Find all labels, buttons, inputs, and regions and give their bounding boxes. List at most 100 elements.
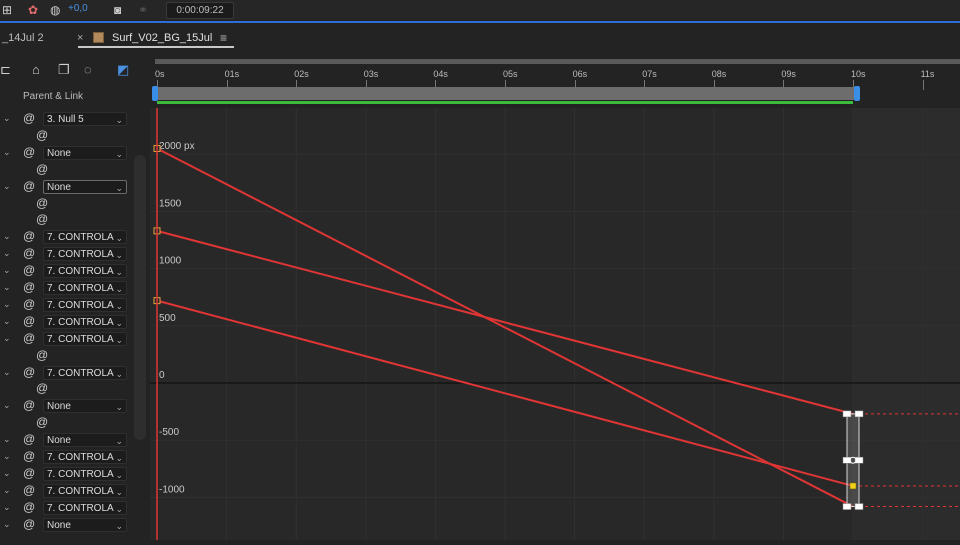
graph-editor[interactable]: 2000 px 1500 1000 500 0 -500 -1000: [150, 108, 960, 540]
expand-chevron-icon[interactable]: ⌄: [3, 400, 11, 411]
pickwhip-icon[interactable]: @: [23, 246, 35, 260]
keyframe-selected[interactable]: [849, 482, 857, 490]
pickwhip-icon[interactable]: @: [23, 483, 35, 497]
parent-link-row[interactable]: ⌄ @7. CONTROLA ⌄: [0, 246, 135, 263]
expand-chevron-icon[interactable]: ⌄: [3, 282, 11, 293]
parent-dropdown[interactable]: None ⌄: [43, 433, 127, 448]
pickwhip-icon[interactable]: @: [23, 398, 35, 412]
tab-menu-icon[interactable]: ≡: [220, 31, 227, 45]
expand-chevron-icon[interactable]: ⌄: [3, 316, 11, 327]
pickwhip-icon[interactable]: @: [23, 365, 35, 379]
flowchart-icon[interactable]: ⊞: [2, 3, 12, 17]
show-snapshot-icon[interactable]: ⚭: [138, 3, 148, 17]
pickwhip-icon[interactable]: @: [36, 212, 48, 226]
parent-link-row[interactable]: ⌄ @7. CONTROLA ⌄: [0, 466, 135, 483]
pickwhip-icon[interactable]: @: [36, 128, 48, 142]
pickwhip-icon[interactable]: @: [36, 162, 48, 176]
pickwhip-row[interactable]: @: [0, 212, 135, 229]
pickwhip-row[interactable]: @: [0, 381, 135, 398]
parent-link-row[interactable]: ⌄ @ None ⌄: [0, 398, 135, 415]
work-area-start-handle[interactable]: [152, 86, 158, 101]
pickwhip-row[interactable]: @: [0, 415, 135, 432]
parent-dropdown[interactable]: 7. CONTROLA ⌄: [43, 247, 127, 262]
stack-icon[interactable]: ❐: [58, 62, 70, 78]
layer-scrollbar[interactable]: [134, 155, 146, 440]
parent-dropdown[interactable]: 3. Null 5 ⌄: [43, 112, 127, 126]
parent-link-row[interactable]: ⌄ @3. Null 5 ⌄: [0, 111, 135, 128]
expand-chevron-icon[interactable]: ⌄: [3, 147, 11, 158]
parent-dropdown[interactable]: 7. CONTROLA ⌄: [43, 281, 127, 295]
pickwhip-icon[interactable]: @: [23, 297, 35, 311]
pickwhip-icon[interactable]: @: [36, 196, 48, 210]
time-navigator[interactable]: [155, 59, 960, 64]
tab-close-icon[interactable]: ×: [77, 32, 83, 44]
expand-chevron-icon[interactable]: ⌄: [3, 231, 11, 242]
parent-link-row[interactable]: ⌄ @7. CONTROLA ⌄: [0, 483, 135, 500]
tab-comp-14jul[interactable]: _14Jul 2: [2, 32, 44, 44]
graph-canvas[interactable]: 2000 px 1500 1000 500 0 -500 -1000: [150, 108, 960, 540]
current-time-display[interactable]: 0:00:09:22: [166, 2, 234, 19]
pickwhip-icon[interactable]: @: [23, 111, 35, 125]
parent-dropdown[interactable]: 7. CONTROLA ⌄: [43, 314, 127, 329]
transform-handle[interactable]: [842, 503, 852, 510]
pickwhip-icon[interactable]: @: [23, 500, 35, 514]
pickwhip-row[interactable]: @: [0, 348, 135, 365]
parent-link-row[interactable]: ⌄ @ None ⌄: [0, 145, 135, 162]
parent-dropdown[interactable]: 7. CONTROLA ⌄: [43, 297, 127, 312]
parent-dropdown[interactable]: 7. CONTROLA ⌄: [43, 483, 127, 498]
pickwhip-icon[interactable]: @: [23, 432, 35, 446]
parent-link-row[interactable]: ⌄ @7. CONTROLA ⌄: [0, 280, 135, 297]
pickwhip-icon[interactable]: @: [23, 517, 35, 531]
work-area-end-handle[interactable]: [854, 86, 860, 101]
pickwhip-icon[interactable]: @: [23, 314, 35, 328]
expand-chevron-icon[interactable]: ⌄: [3, 519, 11, 530]
expand-chevron-icon[interactable]: ⌄: [3, 113, 11, 124]
tab-comp-surf[interactable]: Surf_V02_BG_15Jul: [112, 32, 212, 44]
parent-dropdown[interactable]: 7. CONTROLA ⌄: [43, 365, 127, 380]
pickwhip-icon[interactable]: @: [23, 280, 35, 294]
mask-icon[interactable]: ◌: [84, 62, 92, 77]
pickwhip-icon[interactable]: @: [23, 145, 35, 159]
expand-chevron-icon[interactable]: ⌄: [3, 333, 11, 344]
pickwhip-row[interactable]: @: [0, 196, 135, 213]
pickwhip-icon[interactable]: @: [23, 229, 35, 243]
parent-dropdown[interactable]: 7. CONTROLA ⌄: [43, 466, 127, 481]
expand-chevron-icon[interactable]: ⌄: [3, 451, 11, 462]
parent-dropdown[interactable]: 7. CONTROLA ⌄: [43, 264, 127, 279]
offset-value[interactable]: +0,0: [68, 3, 88, 14]
parent-link-row[interactable]: ⌄ @ None ⌄: [0, 432, 135, 449]
expand-chevron-icon[interactable]: ⌄: [3, 502, 11, 513]
motion-blur-icon[interactable]: ◍: [50, 3, 60, 17]
parent-link-row[interactable]: ⌄ @ None ⌄: [0, 179, 135, 196]
pickwhip-icon[interactable]: @: [23, 331, 35, 345]
parent-dropdown[interactable]: 7. CONTROLA ⌄: [43, 230, 127, 245]
pickwhip-icon[interactable]: @: [36, 348, 48, 362]
pickwhip-row[interactable]: @: [0, 162, 135, 179]
hierarchy-icon[interactable]: ⊏: [0, 62, 11, 78]
parent-dropdown[interactable]: None ⌄: [43, 399, 127, 414]
parent-link-row[interactable]: ⌄ @7. CONTROLA ⌄: [0, 500, 135, 517]
expand-chevron-icon[interactable]: ⌄: [3, 181, 11, 192]
pickwhip-icon[interactable]: @: [23, 466, 35, 480]
parent-link-row[interactable]: ⌄ @7. CONTROLA ⌄: [0, 365, 135, 382]
parent-dropdown[interactable]: None ⌄: [43, 145, 127, 160]
expand-chevron-icon[interactable]: ⌄: [3, 248, 11, 259]
parent-dropdown[interactable]: None ⌄: [43, 517, 127, 532]
expand-chevron-icon[interactable]: ⌄: [3, 468, 11, 479]
parent-link-row[interactable]: ⌄ @7. CONTROLA ⌄: [0, 297, 135, 314]
parent-dropdown[interactable]: None ⌄: [43, 179, 127, 194]
parent-link-row[interactable]: ⌄ @7. CONTROLA ⌄: [0, 314, 135, 331]
pickwhip-icon[interactable]: @: [23, 179, 35, 193]
transform-handle[interactable]: [842, 410, 852, 418]
expand-chevron-icon[interactable]: ⌄: [3, 265, 11, 276]
parent-dropdown[interactable]: 7. CONTROLA ⌄: [43, 450, 127, 464]
parent-link-row[interactable]: ⌄ @7. CONTROLA ⌄: [0, 229, 135, 246]
parent-link-row[interactable]: ⌄ @7. CONTROLA ⌄: [0, 263, 135, 280]
snapshot-camera-icon[interactable]: ◙: [114, 3, 121, 17]
parent-dropdown[interactable]: 7. CONTROLA ⌄: [43, 331, 127, 346]
pickwhip-icon[interactable]: @: [36, 381, 48, 395]
graph-editor-icon[interactable]: ◩: [117, 62, 129, 78]
pickwhip-row[interactable]: @: [0, 128, 135, 145]
expand-chevron-icon[interactable]: ⌄: [3, 485, 11, 496]
transform-handle[interactable]: [854, 503, 864, 510]
